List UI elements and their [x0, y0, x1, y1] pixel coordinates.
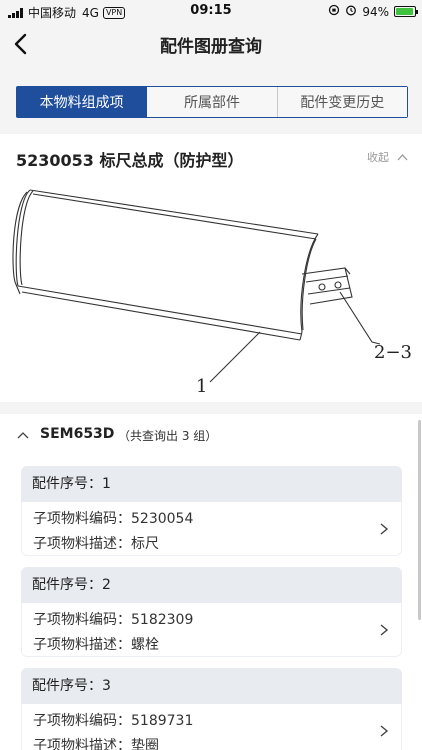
battery-percent: 94% [362, 4, 389, 19]
tab-components[interactable]: 本物料组成项 [17, 87, 148, 117]
chevron-right-icon [379, 622, 389, 636]
item-body: 子项物料编码：5182309 子项物料描述：螺栓 [21, 603, 402, 657]
collapse-label: 收起 [367, 151, 389, 164]
item-seq: 配件序号：3 [21, 668, 402, 704]
rotation-lock-icon [328, 4, 340, 19]
item-desc: 子项物料描述：垫圈 [33, 738, 159, 750]
item-code: 子项物料编码：5189731 [33, 713, 194, 729]
status-right: 94% [328, 4, 418, 19]
item-code: 子项物料编码：5230054 [33, 511, 194, 527]
item-seq: 配件序号：1 [21, 466, 402, 502]
list-item[interactable]: 配件序号：3 子项物料编码：5189731 子项物料描述：垫圈 [21, 668, 402, 750]
group-header: SEM653D （共查询出 3 组） [0, 414, 422, 456]
group-count: （共查询出 3 组） [118, 429, 218, 443]
part-title: 5230053 标尺总成（防护型） [16, 151, 244, 170]
tab-parent-assembly[interactable]: 所属部件 [147, 87, 278, 117]
item-code: 子项物料编码：5182309 [33, 612, 194, 628]
page-title: 配件图册查询 [160, 37, 262, 57]
tab-change-history[interactable]: 配件变更历史 [277, 87, 407, 117]
item-body: 子项物料编码：5230054 子项物料描述：标尺 [21, 502, 402, 556]
part-header: 5230053 标尺总成（防护型） 收起 [0, 134, 422, 182]
part-drawing-svg: 1 2−3 [12, 189, 412, 397]
nav-bar: 配件图册查询 [0, 22, 422, 66]
chevron-right-icon [379, 723, 389, 737]
chevron-up-icon[interactable] [16, 427, 30, 441]
list-item[interactable]: 配件序号：1 子项物料编码：5230054 子项物料描述：标尺 [21, 466, 402, 556]
battery-icon [394, 6, 418, 17]
group-name: SEM653D [40, 426, 115, 442]
collapse-button[interactable]: 收起 [367, 149, 408, 165]
callout-2-3: 2−3 [374, 342, 412, 363]
list-item[interactable]: 配件序号：2 子项物料编码：5182309 子项物料描述：螺栓 [21, 567, 402, 657]
callout-1: 1 [196, 376, 207, 397]
item-list: 配件序号：1 子项物料编码：5230054 子项物料描述：标尺 配件序号：2 子… [0, 456, 422, 750]
chevron-up-icon [397, 151, 408, 164]
status-bar: 中国移动 4G VPN 09:15 94% [0, 0, 422, 22]
chevron-right-icon [379, 521, 389, 535]
part-drawing: 1 2−3 [0, 182, 422, 402]
segmented-tabs: 本物料组成项 所属部件 配件变更历史 [16, 86, 408, 118]
item-body: 子项物料编码：5189731 子项物料描述：垫圈 [21, 704, 402, 750]
item-desc: 子项物料描述：标尺 [33, 536, 159, 552]
item-desc: 子项物料描述：螺栓 [33, 637, 159, 653]
item-seq: 配件序号：2 [21, 567, 402, 603]
alarm-icon [345, 4, 357, 19]
scrollbar[interactable] [418, 420, 421, 620]
